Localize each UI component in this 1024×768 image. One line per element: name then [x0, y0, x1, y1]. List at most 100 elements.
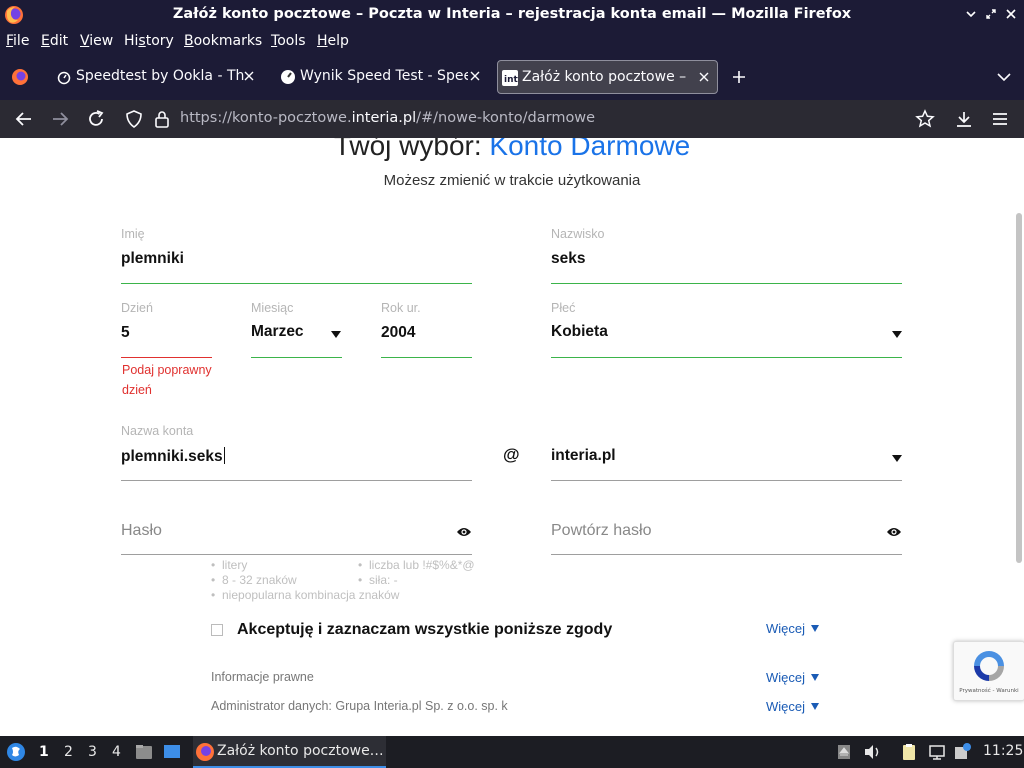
lock-icon[interactable] — [152, 109, 172, 129]
recaptcha-text[interactable]: Prywatność - Warunki — [954, 688, 1024, 694]
forward-icon[interactable] — [50, 109, 70, 129]
close-tab-icon[interactable] — [468, 69, 482, 83]
update-notifier-icon[interactable] — [953, 742, 973, 762]
clipboard-icon[interactable] — [899, 742, 919, 762]
birth-year-field[interactable]: Rok ur. 2004 — [381, 301, 472, 358]
clock[interactable]: 11:25 — [983, 743, 1023, 759]
page-scrollbar[interactable] — [1016, 213, 1022, 563]
file-manager-icon[interactable] — [134, 742, 154, 762]
field-value: plemniki.seks — [121, 447, 225, 465]
tab-label: Wynik Speed Test - Speed — [300, 68, 468, 84]
last-name-field[interactable]: Nazwisko seks — [551, 227, 902, 284]
account-name-field[interactable]: Nazwa konta plemniki.seks — [121, 424, 472, 481]
downloads-icon[interactable] — [954, 109, 974, 129]
hint-length: 8 - 32 znaków — [211, 573, 297, 587]
back-icon[interactable] — [14, 109, 34, 129]
start-menu-icon[interactable] — [6, 742, 26, 762]
accept-all-consents: Akceptuję i zaznaczam wszystkie poniższe… — [211, 621, 831, 641]
accept-all-label[interactable]: Akceptuję i zaznaczam wszystkie poniższe… — [237, 621, 612, 639]
bookmark-star-icon[interactable] — [915, 109, 935, 129]
tab-zaloz-konto[interactable]: int Załóż konto pocztowe – P — [497, 60, 718, 94]
tab-wynik-speed-test[interactable]: Wynik Speed Test - Speed — [276, 60, 488, 94]
show-password-eye-icon[interactable] — [886, 526, 902, 538]
field-underline — [121, 480, 472, 481]
accept-all-checkbox[interactable] — [211, 624, 223, 636]
field-label: Nazwisko — [551, 227, 605, 241]
field-value: seks — [551, 250, 586, 267]
domain-select[interactable]: interia.pl — [551, 424, 902, 481]
legal-info-label: Informacje prawne — [211, 670, 314, 684]
url-bar[interactable]: https://konto-pocztowe.interia.pl/#/nowe… — [180, 110, 595, 126]
new-tab-icon[interactable] — [731, 69, 747, 85]
show-password-eye-icon[interactable] — [456, 526, 472, 538]
field-underline — [121, 554, 472, 555]
reload-icon[interactable] — [86, 109, 106, 129]
firefox-view-icon[interactable] — [10, 67, 30, 87]
maximize-icon[interactable] — [984, 7, 998, 21]
field-label: Dzień — [121, 301, 153, 315]
field-underline — [121, 283, 472, 284]
menu-tools[interactable]: Tools — [271, 33, 306, 49]
tab-speedtest[interactable]: Speedtest by Ookla - The — [52, 60, 262, 94]
field-underline — [551, 480, 902, 481]
menu-history[interactable]: History — [124, 33, 174, 49]
menu-help[interactable]: Help — [317, 33, 349, 49]
field-underline — [121, 357, 212, 358]
text-cursor — [223, 447, 225, 464]
volume-icon[interactable] — [862, 742, 882, 762]
workspace-3[interactable]: 3 — [88, 744, 97, 760]
window-title: Załóż konto pocztowe – Poczta w Interia … — [172, 6, 852, 22]
taskbar: 1 2 3 4 Załóż konto pocztowe… 11:25 — [0, 736, 1024, 768]
hamburger-menu-icon[interactable] — [990, 109, 1010, 129]
field-label: Imię — [121, 227, 145, 241]
day-field[interactable]: Dzień 5 — [121, 301, 212, 358]
workspace-2[interactable]: 2 — [64, 744, 73, 760]
navigation-bar: https://konto-pocztowe.interia.pl/#/nowe… — [0, 100, 1024, 138]
field-label: Miesiąc — [251, 301, 294, 315]
data-admin-row: Administrator danych: Grupa Interia.pl S… — [211, 699, 831, 717]
minimize-icon[interactable] — [964, 7, 978, 21]
speedtest-icon — [57, 71, 71, 85]
close-tab-icon[interactable] — [242, 69, 256, 83]
tab-label: Załóż konto pocztowe – P — [522, 69, 692, 85]
field-underline — [381, 357, 472, 358]
expand-triangle-icon — [811, 703, 820, 710]
gender-select[interactable]: Płeć Kobieta — [551, 301, 902, 358]
field-label: Rok ur. — [381, 301, 421, 315]
password-field[interactable]: Hasło — [121, 506, 472, 555]
field-underline — [551, 554, 902, 555]
menu-file[interactable]: File — [6, 33, 29, 49]
taskbar-firefox-window[interactable]: Załóż konto pocztowe… — [193, 736, 386, 768]
more-link[interactable]: Więcej — [766, 699, 820, 714]
recaptcha-badge[interactable]: Prywatność - Warunki — [953, 641, 1024, 701]
data-admin-label: Administrator danych: Grupa Interia.pl S… — [211, 699, 508, 713]
show-desktop-icon[interactable] — [162, 742, 182, 762]
eject-icon[interactable] — [834, 742, 854, 762]
menu-bar: File Edit View History Bookmarks Tools H… — [0, 30, 1024, 54]
repeat-password-field[interactable]: Powtórz hasło — [551, 506, 902, 555]
list-tabs-chevron-icon[interactable] — [996, 69, 1012, 85]
field-value: interia.pl — [551, 447, 616, 464]
more-link[interactable]: Więcej — [766, 670, 820, 685]
close-tab-icon[interactable] — [697, 70, 711, 84]
field-underline — [551, 283, 902, 284]
first-name-field[interactable]: Imię plemniki — [121, 227, 472, 284]
expand-triangle-icon — [811, 625, 820, 632]
field-underline — [251, 357, 342, 358]
close-window-icon[interactable] — [1004, 7, 1018, 21]
workspace-1[interactable]: 1 — [39, 744, 49, 760]
menu-bookmarks[interactable]: Bookmarks — [184, 33, 262, 49]
day-error-message: Podaj poprawny dzień — [122, 363, 212, 397]
workspace-4[interactable]: 4 — [112, 744, 121, 760]
firefox-icon — [196, 743, 214, 761]
shield-icon[interactable] — [124, 109, 144, 129]
legal-info-row: Informacje prawne Więcej — [211, 670, 831, 688]
field-value: 5 — [121, 324, 130, 341]
menu-edit[interactable]: Edit — [41, 33, 68, 49]
network-icon[interactable] — [927, 742, 947, 762]
field-label: Nazwa konta — [121, 424, 194, 438]
month-select[interactable]: Miesiąc Marzec — [251, 301, 342, 358]
more-link[interactable]: Więcej — [766, 621, 820, 636]
field-placeholder: Hasło — [121, 522, 162, 539]
menu-view[interactable]: View — [80, 33, 113, 49]
